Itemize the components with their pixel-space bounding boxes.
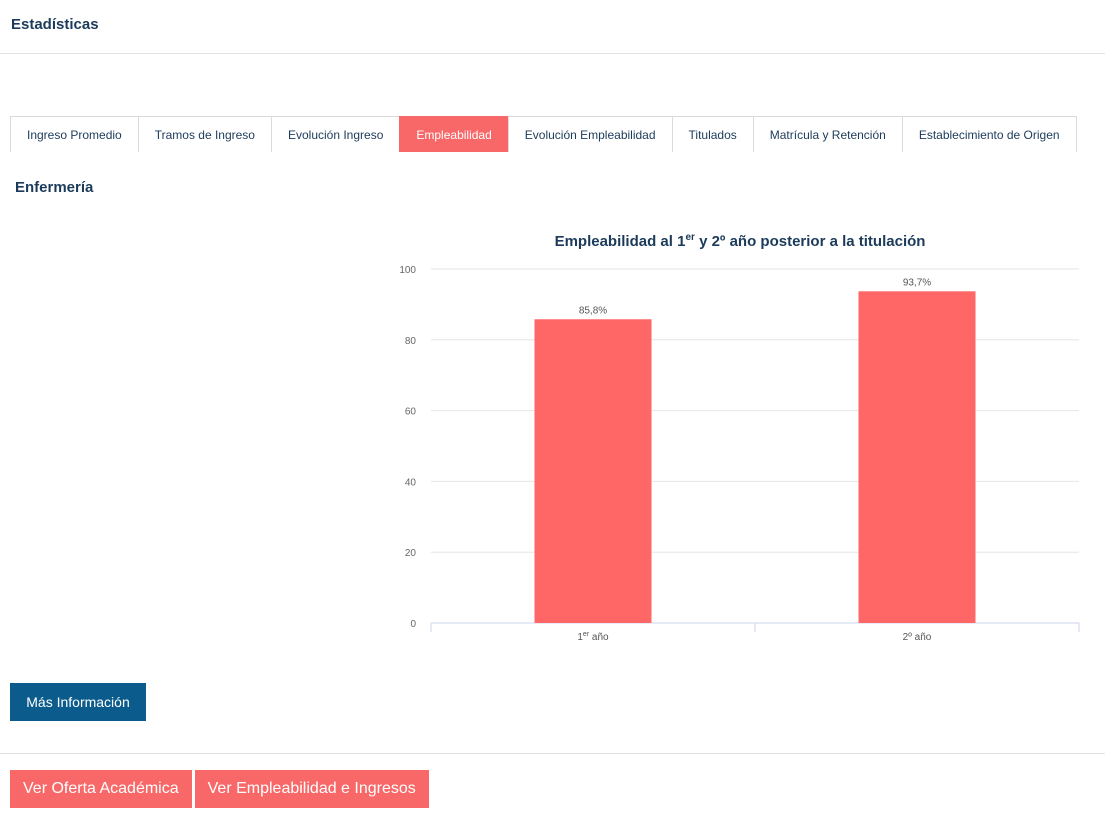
y-tick-label: 100: [399, 265, 416, 276]
tab-evolucion-ingreso[interactable]: Evolución Ingreso: [270, 116, 400, 152]
more-info-button[interactable]: Más Información: [10, 683, 146, 721]
tab-evolucion-empleabilidad[interactable]: Evolución Empleabilidad: [507, 116, 672, 152]
x-category-label: 2º año: [903, 632, 932, 643]
stats-tabs: Ingreso Promedio Tramos de Ingreso Evolu…: [10, 116, 1077, 152]
y-tick-label: 60: [405, 407, 417, 418]
x-category-label: 1er año: [577, 631, 609, 643]
tab-establecimiento-de-origen[interactable]: Establecimiento de Origen: [901, 116, 1077, 152]
y-tick-label: 80: [405, 336, 417, 347]
tab-titulados[interactable]: Titulados: [671, 116, 753, 152]
employability-chart: Empleabilidad al 1er y 2º año posterior …: [390, 226, 1090, 656]
employability-income-button[interactable]: Ver Empleabilidad e Ingresos: [194, 770, 429, 808]
chart-plot: 0 20 40 60 80 100 85,8% 1er año 93,7% 2º año: [399, 265, 1080, 643]
page-title: Estadísticas: [11, 16, 99, 33]
footer-divider: [0, 753, 1105, 754]
y-tick-label: 20: [405, 548, 417, 559]
tab-tramos-de-ingreso[interactable]: Tramos de Ingreso: [137, 116, 271, 152]
academic-offer-button[interactable]: Ver Oferta Académica: [10, 770, 192, 808]
y-tick-label: 0: [410, 619, 416, 630]
bar: [858, 291, 976, 623]
bar-data-label: 85,8%: [579, 305, 607, 316]
career-title: Enfermería: [15, 179, 94, 196]
tab-empleabilidad[interactable]: Empleabilidad: [399, 116, 508, 152]
bar-data-label: 93,7%: [903, 277, 931, 288]
bar: [534, 319, 652, 623]
footer-actions: Ver Oferta Académica Ver Empleabilidad e…: [10, 770, 429, 808]
tab-ingreso-promedio[interactable]: Ingreso Promedio: [10, 116, 138, 152]
y-tick-label: 40: [405, 477, 417, 488]
tab-matricula-y-retencion[interactable]: Matrícula y Retención: [752, 116, 902, 152]
page-header: Estadísticas: [0, 0, 1105, 54]
